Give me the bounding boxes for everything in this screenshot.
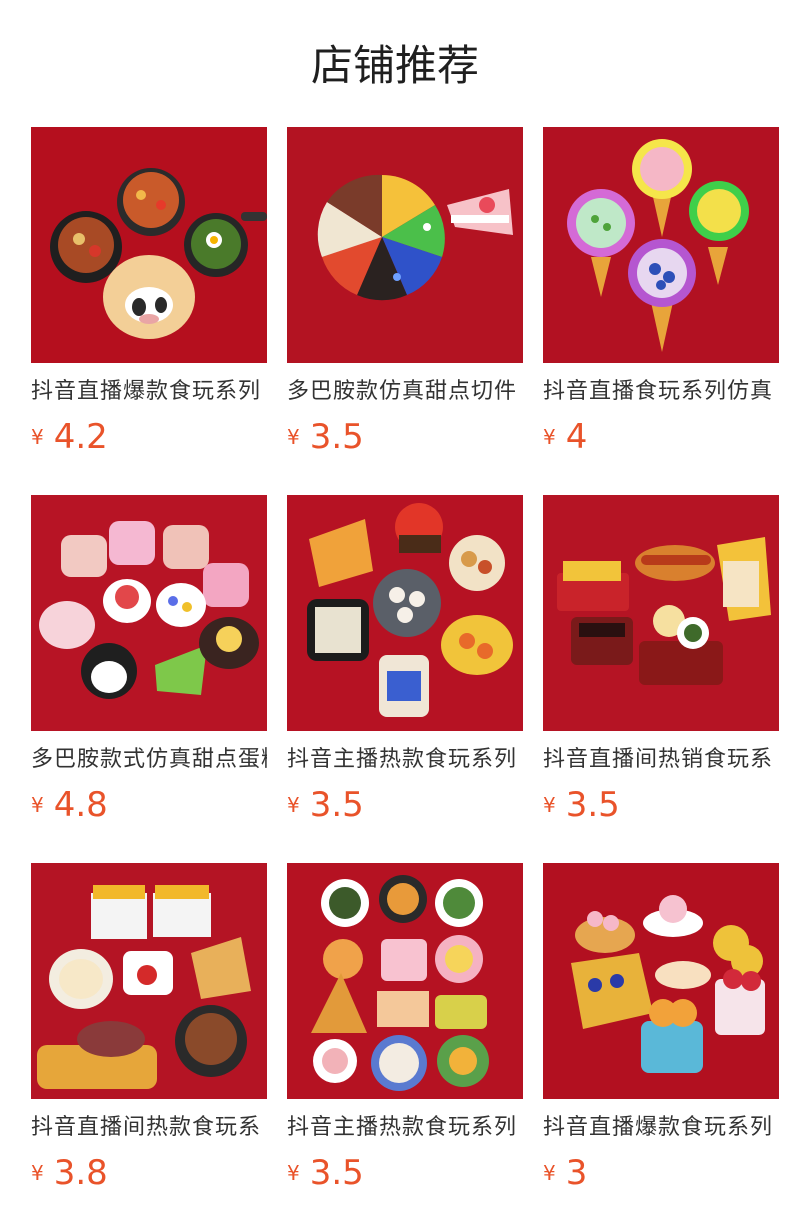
product-image[interactable] (287, 127, 523, 363)
product-name[interactable]: 抖音直播爆款食玩系列 (543, 1113, 779, 1143)
price-value: 3.5 (565, 785, 620, 825)
mini-cakes-photo (31, 495, 267, 731)
price-value: 3.5 (309, 1153, 364, 1193)
product-card[interactable]: 抖音直播间热销食玩系 ¥3.5 (543, 495, 779, 831)
product-price: ¥3.5 (543, 783, 620, 827)
product-image[interactable] (543, 127, 779, 363)
product-card[interactable]: 抖音主播热款食玩系列 ¥3.5 (287, 495, 523, 831)
product-image[interactable] (287, 495, 523, 731)
price-value: 4 (565, 417, 588, 457)
product-image[interactable] (543, 495, 779, 731)
price-value: 3.5 (309, 785, 364, 825)
product-price: ¥3.8 (31, 1151, 108, 1195)
currency-symbol: ¥ (543, 425, 556, 449)
breakfast-snacks-photo (31, 863, 267, 1099)
price-value: 3.8 (53, 1153, 108, 1193)
product-image[interactable] (31, 863, 267, 1099)
product-name[interactable]: 抖音直播食玩系列仿真 (543, 377, 779, 407)
product-price: ¥4.8 (31, 783, 108, 827)
dishes-waffle-photo (287, 863, 523, 1099)
flower-ice-cream-photo (543, 127, 779, 363)
product-name[interactable]: 抖音直播爆款食玩系列 (31, 377, 267, 407)
currency-symbol: ¥ (287, 1161, 300, 1185)
currency-symbol: ¥ (31, 1161, 44, 1185)
currency-symbol: ¥ (543, 793, 556, 817)
product-price: ¥3.5 (287, 783, 364, 827)
product-image[interactable] (287, 863, 523, 1099)
currency-symbol: ¥ (543, 1161, 556, 1185)
currency-symbol: ¥ (287, 793, 300, 817)
product-image[interactable] (31, 127, 267, 363)
section-title: 店铺推荐 (310, 41, 479, 90)
product-card[interactable]: 抖音直播爆款食玩系列 ¥3 (543, 863, 779, 1199)
currency-symbol: ¥ (287, 425, 300, 449)
product-card[interactable]: 抖音主播热款食玩系列 ¥3.5 (287, 863, 523, 1199)
currency-symbol: ¥ (31, 793, 44, 817)
fries-hotdog-photo (543, 495, 779, 731)
currency-symbol: ¥ (31, 425, 44, 449)
desserts-cookie-photo (543, 863, 779, 1099)
price-value: 3.5 (309, 417, 364, 457)
product-name[interactable]: 抖音直播间热款食玩系 (31, 1113, 267, 1143)
product-image[interactable] (31, 495, 267, 731)
product-price: ¥3.5 (287, 1151, 364, 1195)
product-card[interactable]: 多巴胺款仿真甜点切件 ¥3.5 (287, 127, 523, 463)
product-card[interactable]: 抖音直播食玩系列仿真 ¥4 (543, 127, 779, 463)
price-value: 4.8 (53, 785, 108, 825)
product-price: ¥3.5 (287, 415, 364, 459)
snack-plates-photo (287, 495, 523, 731)
product-name[interactable]: 抖音主播热款食玩系列 (287, 1113, 523, 1143)
product-card[interactable]: 抖音直播间热款食玩系 ¥3.8 (31, 863, 267, 1199)
price-value: 4.2 (53, 417, 108, 457)
product-price: ¥3 (543, 1151, 587, 1195)
product-grid: 抖音直播爆款食玩系列 ¥4.2 多巴胺款仿真甜点切件 ¥ 3.5 抖音直播食玩系… (31, 127, 780, 1199)
product-name[interactable]: 抖音主播热款食玩系列 (287, 745, 523, 775)
cake-slices-photo (287, 127, 523, 363)
product-name[interactable]: 多巴胺款式仿真甜点蛋糕 (31, 745, 267, 775)
product-price: ¥4.2 (31, 415, 108, 459)
product-card[interactable]: 多巴胺款式仿真甜点蛋糕 ¥4.8 (31, 495, 267, 831)
price-value: 3 (565, 1153, 588, 1193)
product-name[interactable]: 抖音直播间热销食玩系 (543, 745, 779, 775)
product-image[interactable] (543, 863, 779, 1099)
product-price: ¥4 (543, 415, 587, 459)
hotpot-food-magnets-photo (31, 127, 267, 363)
product-card[interactable]: 抖音直播爆款食玩系列 ¥4.2 (31, 127, 267, 463)
product-name[interactable]: 多巴胺款仿真甜点切件 (287, 377, 523, 407)
